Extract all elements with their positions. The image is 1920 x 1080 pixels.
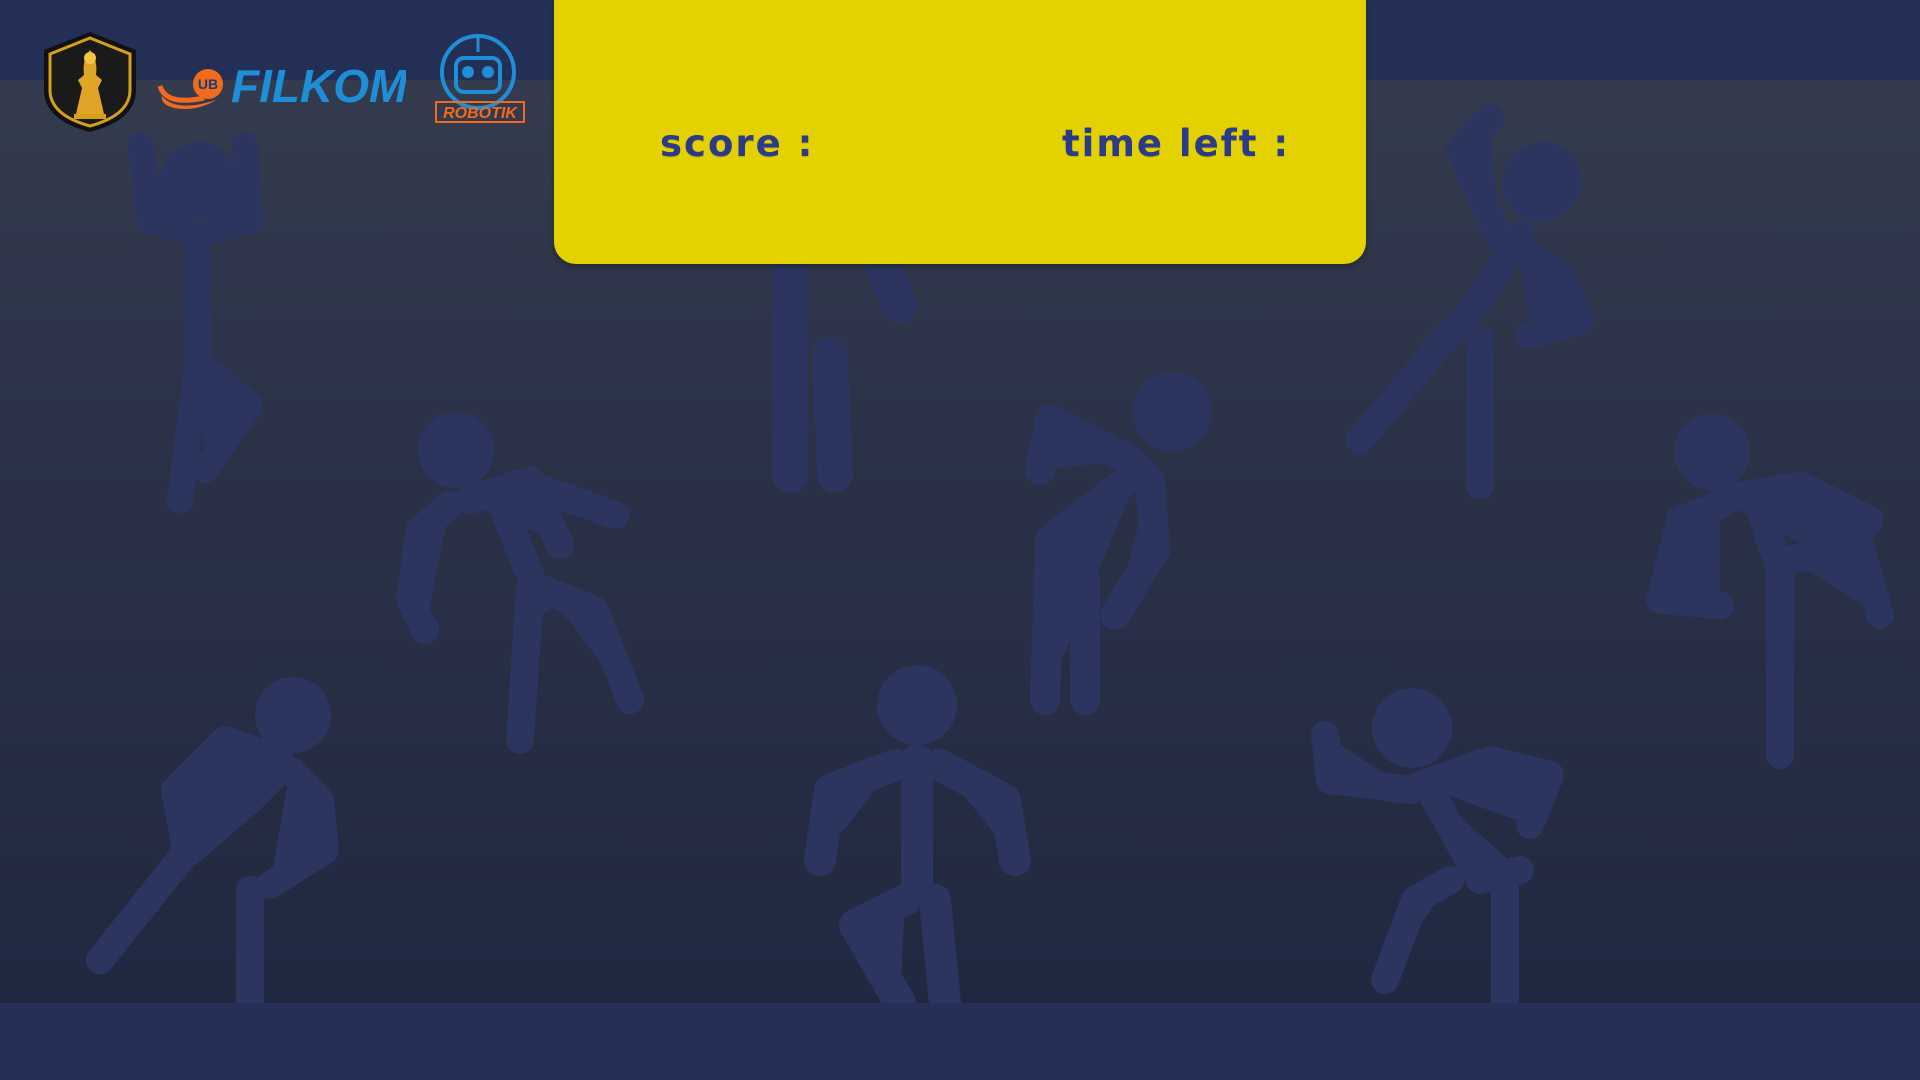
dancer-figure <box>1025 372 1212 715</box>
filkom-logo: UB FILKOM <box>156 58 409 118</box>
filkom-swoosh-icon: UB FILKOM <box>157 60 409 112</box>
score-label: score : <box>660 122 815 165</box>
robotik-text: ROBOTIK <box>443 105 518 122</box>
dancer-figure <box>1311 688 1564 1003</box>
ub-crest-icon <box>44 32 136 132</box>
dancer-figure <box>86 677 339 1003</box>
ub-badge-text: UB <box>198 76 218 92</box>
time-left-label: time left : <box>1062 122 1291 165</box>
filkom-text: FILKOM <box>231 60 406 112</box>
bottom-bar <box>0 1003 1920 1080</box>
hud-panel: score : time left : <box>554 0 1366 264</box>
dancer-figure <box>1346 104 1594 499</box>
dancer-figure <box>804 665 1031 1003</box>
robotik-robot-icon: ROBOTIK <box>435 34 525 123</box>
dancer-figure <box>396 412 644 754</box>
dancer-figure <box>127 132 263 513</box>
dancer-figure <box>772 242 918 493</box>
dancer-figure <box>1646 414 1894 769</box>
